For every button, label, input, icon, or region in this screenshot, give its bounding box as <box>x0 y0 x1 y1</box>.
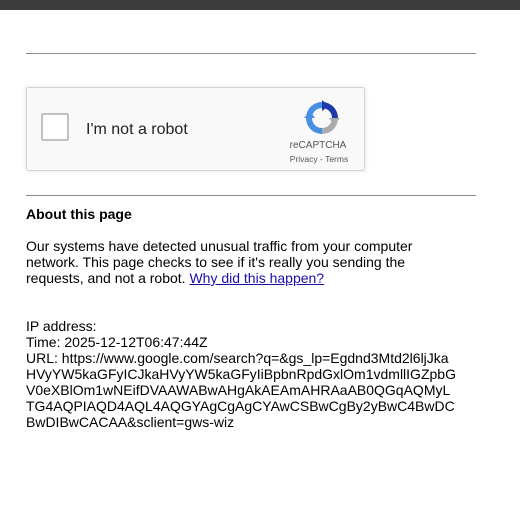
url-line: TG4AQPIAQD4AQL4AQGYAgCgAgCYAwCSBwCgBy2yB… <box>26 398 455 414</box>
recaptcha-widget: I'm not a robot reCAPTCHA Privacy - Term… <box>26 87 365 171</box>
captcha-label: I'm not a robot <box>86 121 188 138</box>
middle-divider <box>26 195 476 196</box>
recaptcha-logo-icon <box>304 100 340 134</box>
recaptcha-links: Privacy - Terms <box>279 154 359 164</box>
url-line: URL: https://www.google.com/search?q=&gs… <box>26 350 449 366</box>
about-text: Our systems have detected unusual traffi… <box>26 238 466 286</box>
terms-link[interactable]: Terms <box>325 154 348 164</box>
top-divider <box>26 53 476 54</box>
top-bar <box>0 0 520 10</box>
why-link[interactable]: Why did this happen? <box>189 270 324 286</box>
about-heading: About this page <box>26 206 132 222</box>
url-line: HVyYW5kaGFyICJkaHVyYW5kaGFyIiBpbnRpdGxlO… <box>26 366 456 382</box>
request-details: IP address: Time: 2025-12-12T06:47:44Z U… <box>26 318 486 430</box>
url-line: BwDIBwCACAA&sclient=gws-wiz <box>26 414 235 430</box>
privacy-link[interactable]: Privacy <box>290 154 318 164</box>
recaptcha-brand: reCAPTCHA <box>289 140 347 151</box>
time-line: Time: 2025-12-12T06:47:44Z <box>26 334 208 350</box>
not-robot-checkbox[interactable] <box>41 113 69 141</box>
url-line: V0eXBlOm1wNEifDVAAWABwAHgAkAEAmAHRAaAB0Q… <box>26 382 451 398</box>
ip-address-line: IP address: <box>26 318 97 334</box>
links-separator: - <box>317 154 326 164</box>
